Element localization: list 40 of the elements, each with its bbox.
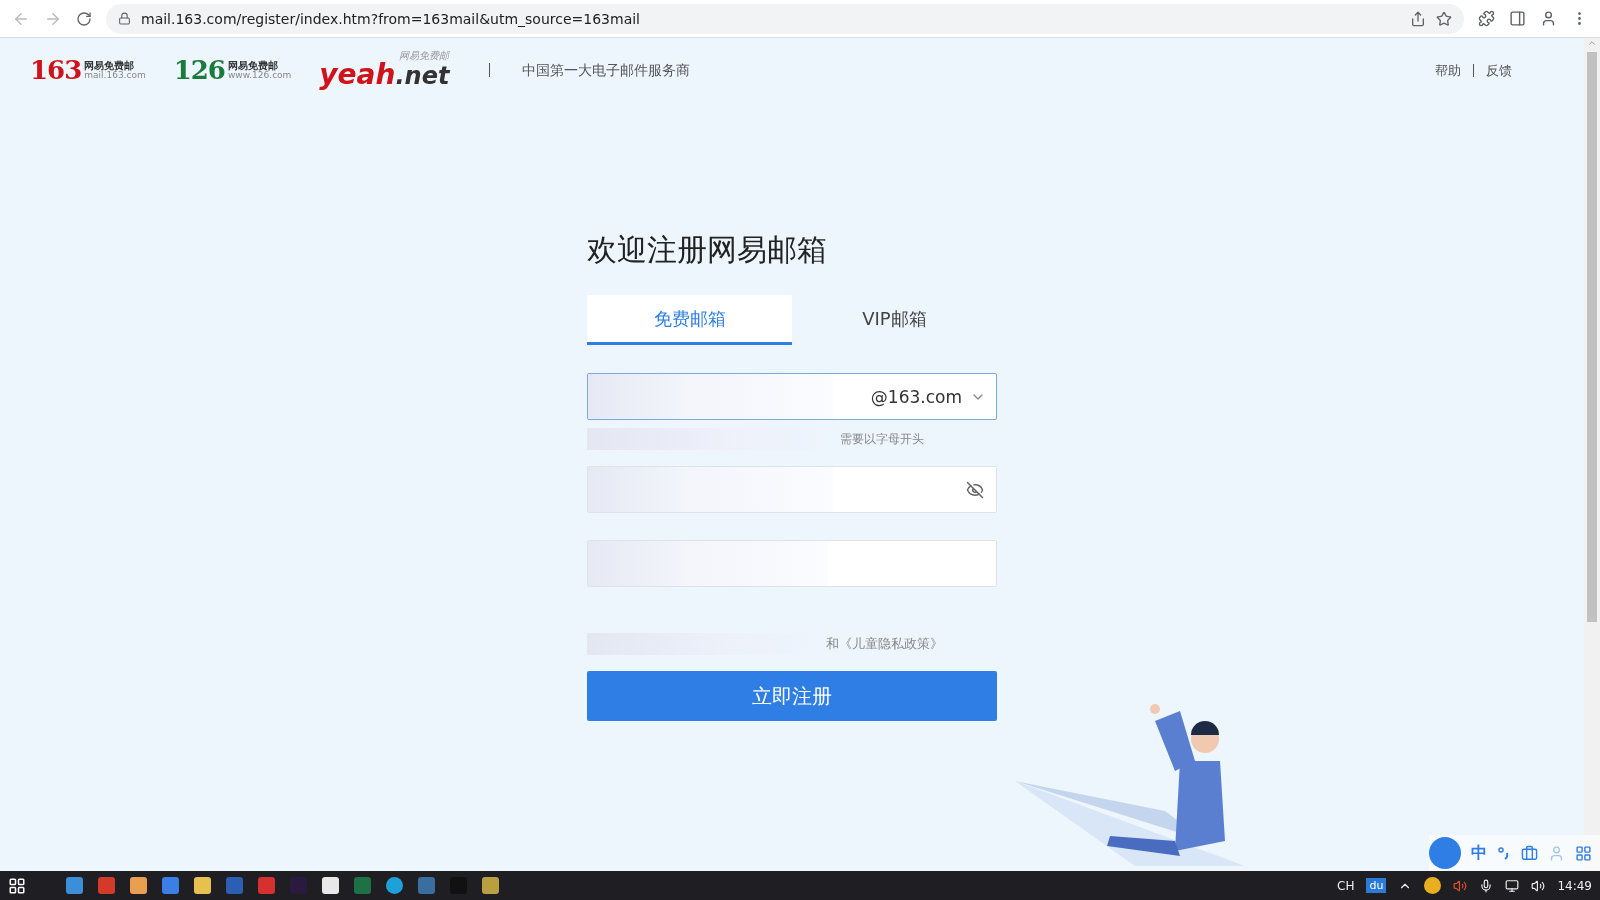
share-icon[interactable]: [1410, 10, 1426, 27]
side-panel-icon[interactable]: [1509, 10, 1526, 27]
ime-mode-button[interactable]: 中: [1471, 842, 1487, 864]
toolbox-icon[interactable]: [1521, 844, 1538, 862]
punctuation-icon[interactable]: [1497, 846, 1511, 860]
lock-icon: [118, 12, 131, 25]
tab[interactable]: 免费邮箱: [587, 295, 792, 345]
eye-off-icon[interactable]: [966, 480, 984, 499]
star-icon[interactable]: [1436, 10, 1452, 27]
language-indicator[interactable]: CH: [1337, 878, 1355, 893]
speaker-icon[interactable]: [1453, 878, 1468, 893]
register-button[interactable]: 立即注册: [587, 671, 997, 721]
password-field[interactable]: [587, 466, 997, 513]
grid-icon[interactable]: [1575, 844, 1592, 862]
scroll-up-icon[interactable]: [1587, 38, 1597, 48]
address-bar[interactable]: mail.163.com/register/index.htm?from=163mail&utm_source=163mail: [106, 3, 1464, 34]
username-field[interactable]: @163.com: [587, 373, 997, 420]
agreement-text: 和《儿童隐私政策》: [826, 635, 943, 653]
header-link[interactable]: 帮助: [1423, 63, 1473, 77]
brand-logo[interactable]: 网易免费邮 yeah.net: [319, 51, 450, 89]
slogan-text: 中国第一大电子邮件服务商: [489, 63, 691, 77]
clock-text: 14:49: [1557, 878, 1592, 893]
profile-icon[interactable]: [1540, 10, 1557, 27]
volume-icon[interactable]: [1531, 878, 1546, 893]
baidu-badge[interactable]: du: [1366, 878, 1387, 893]
mic-icon[interactable]: [1479, 878, 1494, 893]
url-text: mail.163.com/register/index.htm?from=163mail&utm_source=163mail: [141, 10, 640, 27]
network-icon[interactable]: [1505, 878, 1520, 893]
header-link[interactable]: 反馈: [1473, 63, 1524, 77]
reload-icon[interactable]: [76, 10, 92, 27]
start-icon[interactable]: [8, 876, 26, 895]
domain-text: @163.com: [870, 386, 962, 407]
input-field[interactable]: [587, 540, 997, 587]
scrollbar-thumb[interactable]: [1587, 52, 1597, 622]
hint-text: 需要以字母开头: [840, 430, 924, 448]
puzzle-icon[interactable]: [1478, 10, 1495, 27]
app-icon[interactable]: [386, 877, 403, 894]
ime-logo-icon[interactable]: [1429, 837, 1461, 869]
tab[interactable]: VIP邮箱: [792, 295, 997, 345]
page-title: 欢迎注册网易邮箱: [587, 231, 828, 269]
